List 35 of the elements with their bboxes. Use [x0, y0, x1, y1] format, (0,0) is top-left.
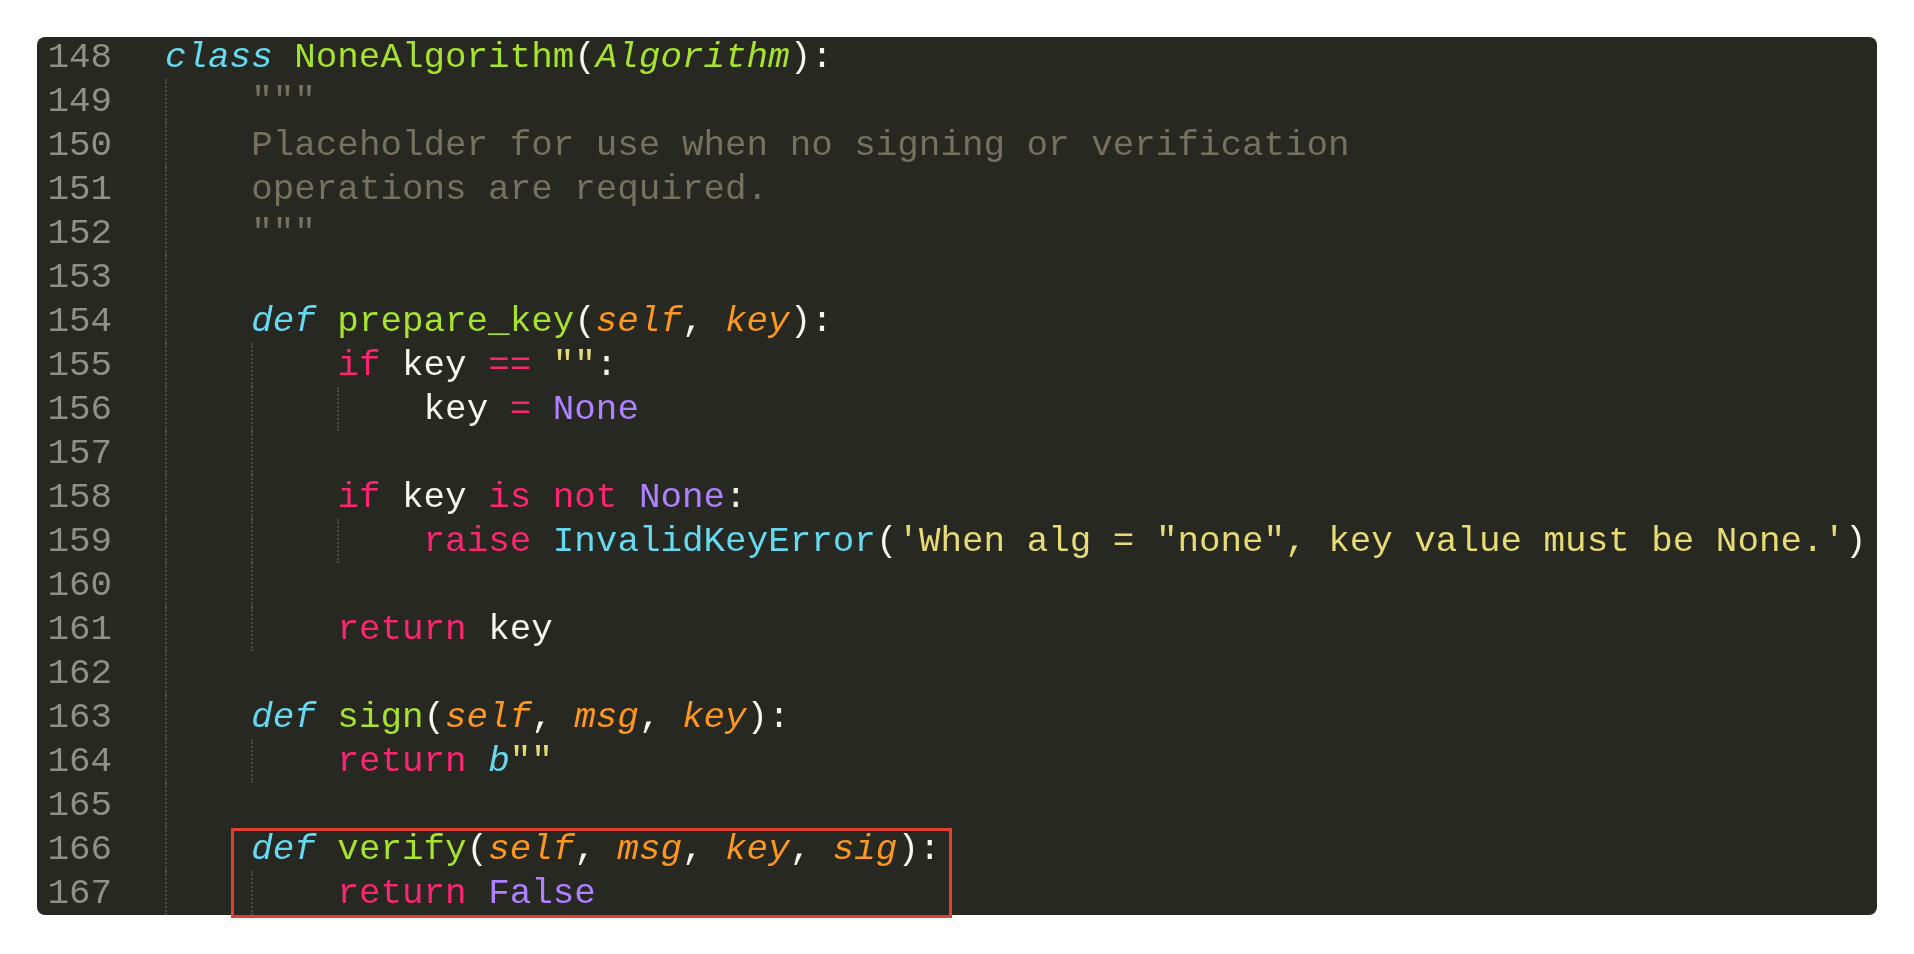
code-line: return False — [337, 872, 596, 914]
code-line: class NoneAlgorithm(Algorithm): — [165, 37, 833, 78]
line-number: 164 — [46, 740, 112, 782]
line-number: 165 — [46, 784, 112, 826]
line-number: 160 — [46, 564, 112, 606]
code-line: return b"" — [337, 740, 553, 782]
line-number: 162 — [46, 652, 112, 694]
line-number: 166 — [46, 828, 112, 870]
line-number: 155 — [46, 344, 112, 386]
line-number: 156 — [46, 388, 112, 430]
line-number: 163 — [46, 696, 112, 738]
code-line: def sign(self, msg, key): — [251, 696, 790, 738]
line-number: 148 — [46, 37, 112, 78]
code-line: if key is not None: — [337, 476, 747, 518]
line-number: 150 — [46, 124, 112, 166]
code-line: raise InvalidKeyError('When alg = "none", key value must be None.') — [423, 520, 1867, 562]
line-number: 158 — [46, 476, 112, 518]
line-number: 157 — [46, 432, 112, 474]
line-number: 161 — [46, 608, 112, 650]
code-line: operations are required. — [251, 168, 769, 210]
line-number: 154 — [46, 300, 112, 342]
line-number: 153 — [46, 256, 112, 298]
line-number: 152 — [46, 212, 112, 254]
line-number: 149 — [46, 80, 112, 122]
code-line: """ — [251, 212, 316, 254]
line-number: 151 — [46, 168, 112, 210]
code-line: def verify(self, msg, key, sig): — [251, 828, 941, 870]
code-line: return key — [337, 608, 553, 650]
code-line: Placeholder for use when no signing or verification — [251, 124, 1350, 166]
line-number: 167 — [46, 872, 112, 914]
code-line: def prepare_key(self, key): — [251, 300, 833, 342]
code-line: """ — [251, 80, 316, 122]
line-number: 159 — [46, 520, 112, 562]
code-line: key = None — [423, 388, 639, 430]
code-line: if key == "": — [337, 344, 618, 386]
